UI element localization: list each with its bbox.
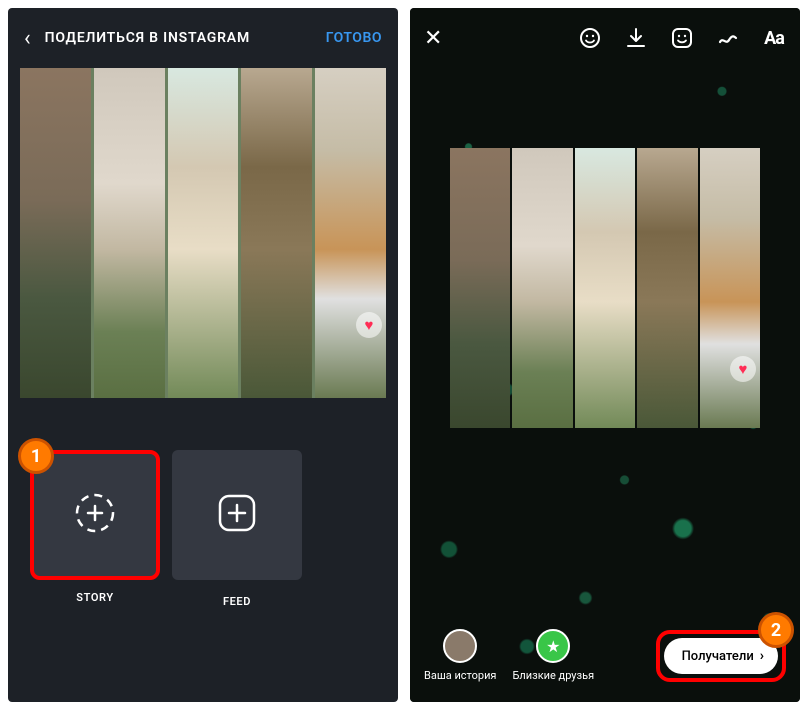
download-icon[interactable] <box>624 26 648 50</box>
story-editor-screen: ✕ Aa ♥ Ваша история <box>410 8 800 702</box>
avatar <box>443 629 477 663</box>
collage-strip <box>20 68 91 398</box>
share-header: ‹ ПОДЕЛИТЬСЯ В INSTAGRAM ГОТОВО <box>8 8 398 68</box>
done-button[interactable]: ГОТОВО <box>326 30 382 46</box>
recipients-button[interactable]: Получатели › <box>664 638 778 674</box>
story-label: STORY <box>76 591 113 604</box>
story-add-icon <box>71 489 119 537</box>
feed-label: FEED <box>223 595 251 608</box>
story-tile[interactable]: 1 STORY <box>30 450 160 580</box>
collage-strip <box>575 148 635 428</box>
back-icon[interactable]: ‹ <box>24 26 31 51</box>
collage-preview[interactable]: ♥ <box>20 68 386 398</box>
favorite-icon[interactable]: ♥ <box>356 312 382 338</box>
story-collage[interactable]: ♥ <box>450 148 760 428</box>
share-screen: ‹ ПОДЕЛИТЬСЯ В INSTAGRAM ГОТОВО ♥ 1 STOR… <box>8 8 398 702</box>
collage-strip <box>168 68 239 398</box>
favorite-icon[interactable]: ♥ <box>730 356 756 382</box>
collage-strip <box>450 148 510 428</box>
collage-strip <box>94 68 165 398</box>
your-story-option[interactable]: Ваша история <box>424 629 496 682</box>
draw-icon[interactable] <box>716 26 740 50</box>
annotation-badge-2: 2 <box>758 612 794 648</box>
sticker-icon[interactable] <box>670 26 694 50</box>
share-options: 1 STORY FEED <box>8 420 398 610</box>
close-icon[interactable]: ✕ <box>424 26 442 51</box>
story-destinations: Ваша история ★ Близкие друзья 2 Получате… <box>410 629 800 682</box>
feed-tile[interactable]: FEED <box>172 450 302 580</box>
share-title: ПОДЕЛИТЬСЯ В INSTAGRAM <box>45 30 326 46</box>
collage-strip <box>241 68 312 398</box>
close-friends-icon: ★ <box>536 629 570 663</box>
your-story-label: Ваша история <box>424 669 496 682</box>
close-friends-option[interactable]: ★ Близкие друзья <box>512 629 594 682</box>
text-tool-icon[interactable]: Aa <box>762 26 786 50</box>
recipients-label: Получатели <box>682 649 754 664</box>
chevron-right-icon: › <box>760 648 764 664</box>
collage-strip: ♥ <box>315 68 386 398</box>
editor-tools: Aa <box>578 26 786 50</box>
recipients-highlight: 2 Получатели › <box>656 630 786 682</box>
feed-add-icon <box>213 489 261 537</box>
collage-strip <box>637 148 697 428</box>
editor-header: ✕ Aa <box>410 8 800 68</box>
collage-strip: ♥ <box>700 148 760 428</box>
face-filter-icon[interactable] <box>578 26 602 50</box>
collage-strip <box>512 148 572 428</box>
annotation-badge-1: 1 <box>18 438 54 474</box>
close-friends-label: Близкие друзья <box>512 669 594 682</box>
